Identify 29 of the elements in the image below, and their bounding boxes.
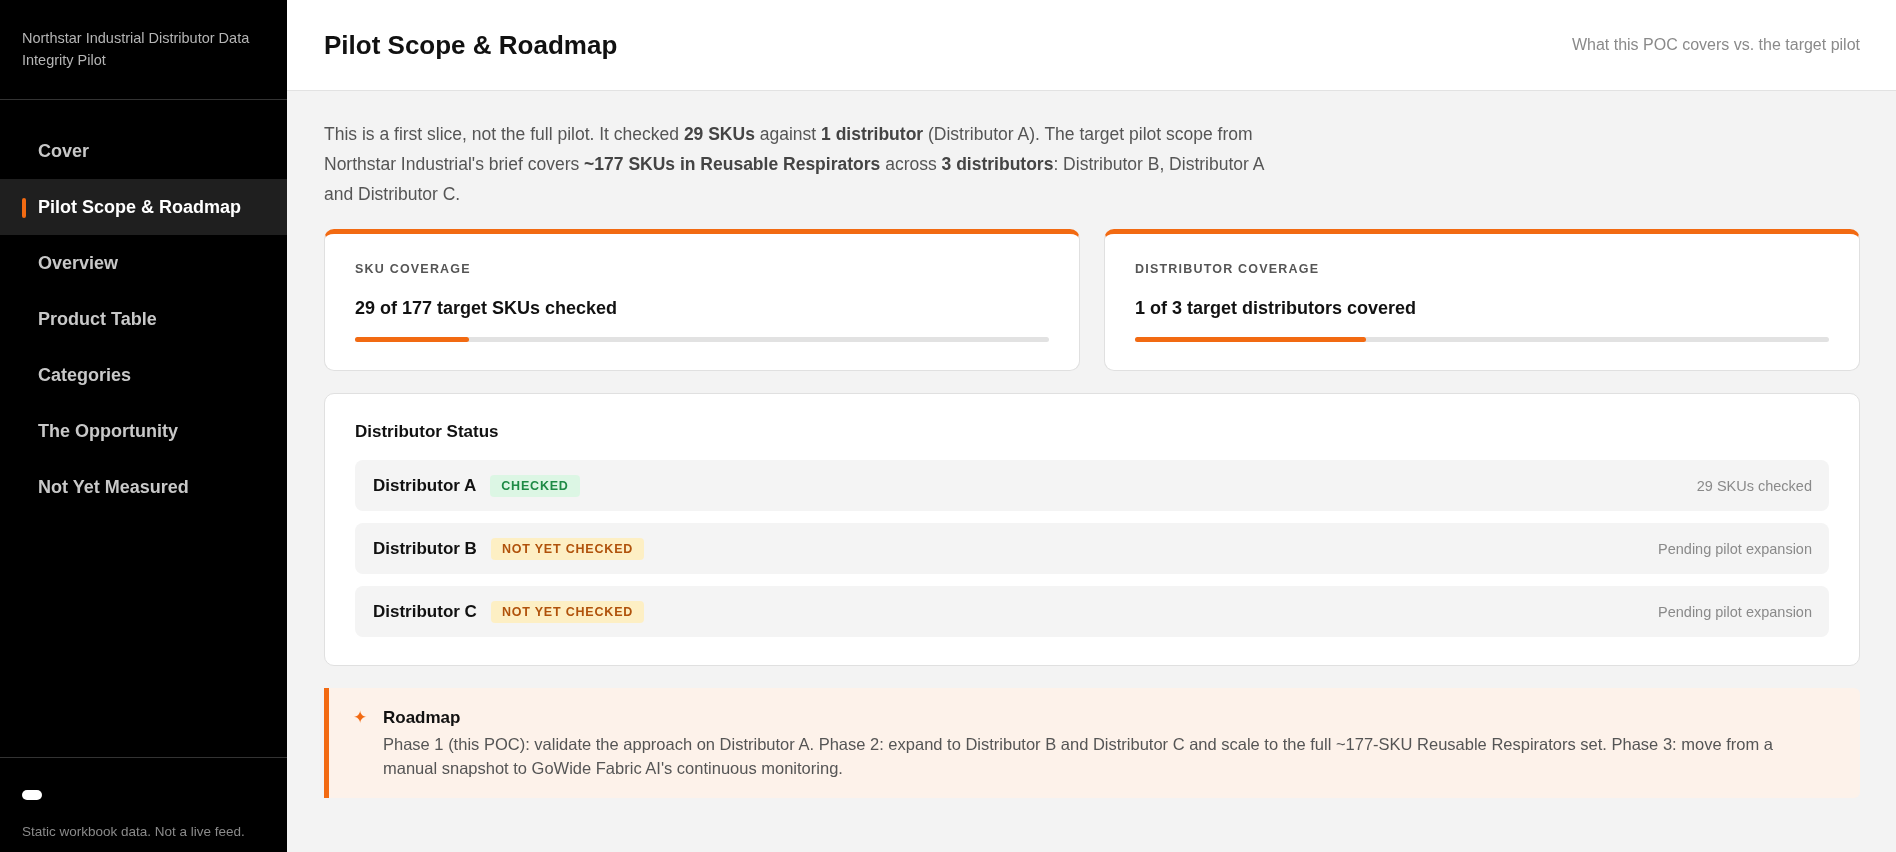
sparkle-icon: ✦ — [353, 706, 367, 730]
intro-paragraph: This is a first slice, not the full pilot. It checked 29 SKUs against 1 distributor (Distributor A). The target pilot scope from Northstar Industrial's brief covers ~177 SKUs in Reusable Respirators across 3 distributors: Distributor B, Distributor A and Distributor C. — [324, 123, 1266, 206]
status-note: 29 SKUs checked — [1696, 477, 1812, 494]
sidebar-item[interactable]: Pilot Scope & Roadmap — [0, 179, 287, 235]
callout-title: Roadmap — [383, 707, 462, 729]
distributor-name: Distributor B — [373, 538, 477, 559]
sidebar-item[interactable]: Product Table — [0, 291, 287, 347]
callout-text: Phase 1 (this POC): validate the approach on Distributor A. Phase 2: expand to Distributor B and Distributor C and scale to the full ~177-SKU Reusable Respirators set. Phase 3: move from a manual snapshot to GoWide Fabric AI's continuous monitoring. — [383, 734, 1774, 779]
status-badge: CHECKED — [490, 474, 580, 497]
sidebar-item[interactable]: Cover — [0, 123, 287, 179]
card-label: SKU COVERAGE — [355, 262, 472, 276]
card-value: 29 of 177 target SKUs checked — [355, 298, 619, 319]
page-subtitle: What this POC covers vs. the target pilot — [1571, 36, 1860, 54]
distributor-name: Distributor A — [373, 475, 477, 496]
sidebar-item[interactable]: Categories — [0, 347, 287, 403]
sidebar-item[interactable]: The Opportunity — [0, 403, 287, 459]
page-title: Pilot Scope & Roadmap — [324, 29, 618, 61]
status-note: Pending pilot expansion — [1658, 540, 1812, 557]
toggle-pill-icon[interactable] — [22, 790, 42, 800]
status-badge: NOT YET CHECKED — [490, 537, 645, 560]
status-note: Pending pilot expansion — [1658, 603, 1812, 620]
footer-note: Static workbook data. Not a live feed. — [22, 823, 246, 841]
sidebar-item[interactable]: Not Yet Measured — [0, 459, 287, 515]
sidebar-item[interactable]: Overview — [0, 235, 287, 291]
distributor-name: Distributor C — [373, 601, 477, 622]
card-value: 1 of 3 target distributors covered — [1135, 298, 1418, 319]
status-badge: NOT YET CHECKED — [490, 600, 645, 623]
section-title: Distributor Status — [355, 422, 500, 442]
card-label: DISTRIBUTOR COVERAGE — [1135, 262, 1321, 276]
